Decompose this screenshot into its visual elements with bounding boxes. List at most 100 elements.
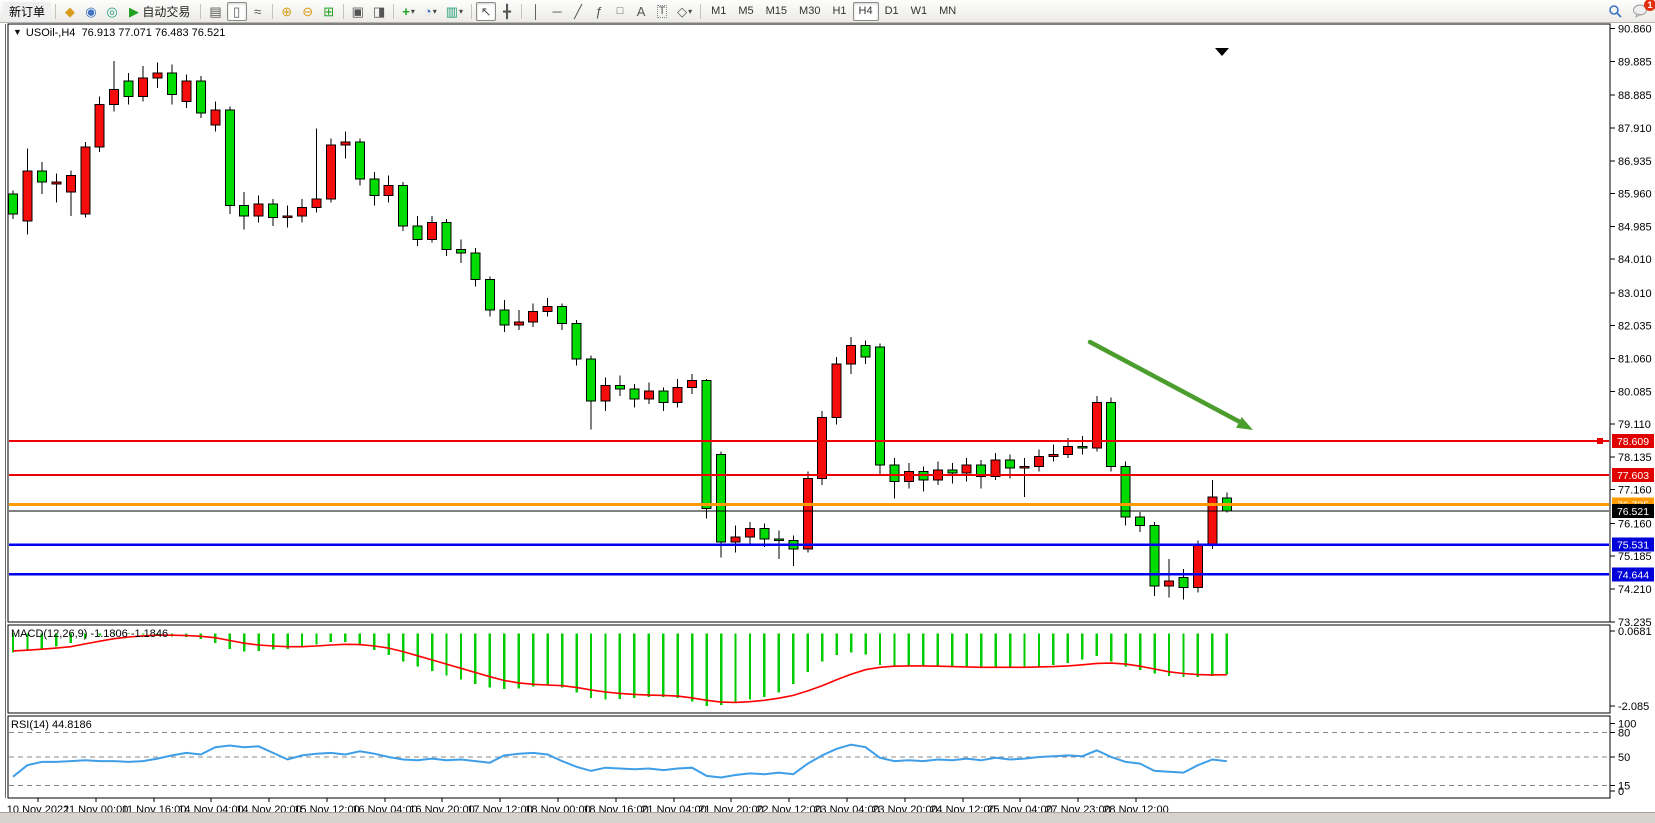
- svg-text:80.085: 80.085: [1618, 386, 1652, 398]
- svg-text:87.910: 87.910: [1618, 123, 1652, 135]
- profile-alt-icon: ◨: [373, 5, 385, 18]
- profile-button[interactable]: ▣: [348, 2, 368, 21]
- bar-chart-icon: ▤: [209, 5, 221, 18]
- timeframe-button-M30[interactable]: M30: [793, 2, 826, 21]
- svg-text:80: 80: [1618, 727, 1630, 739]
- timeframe-button-H4[interactable]: H4: [853, 2, 879, 21]
- svg-text:75.185: 75.185: [1618, 551, 1652, 563]
- shapes-icon: ◇: [677, 5, 687, 18]
- svg-text:76.521: 76.521: [1617, 506, 1649, 518]
- autotrade-play-icon: ▶: [129, 5, 139, 18]
- svg-text:78.135: 78.135: [1618, 452, 1652, 464]
- svg-text:-2.085: -2.085: [1618, 701, 1649, 713]
- toolbar-separator: [272, 4, 273, 19]
- svg-text:84.010: 84.010: [1618, 254, 1652, 266]
- autotrade-button[interactable]: ▶ 自动交易: [123, 2, 196, 21]
- notifications-button[interactable]: 1: [1628, 2, 1652, 21]
- svg-text:50: 50: [1618, 752, 1630, 764]
- svg-text:77.160: 77.160: [1618, 485, 1652, 497]
- toolbar-separator: [55, 4, 56, 19]
- svg-text:0: 0: [1618, 786, 1624, 798]
- timeframe-group: M1M5M15M30H1H4D1W1MN: [705, 2, 962, 21]
- toolbar-separator: [471, 4, 472, 19]
- svg-text:89.885: 89.885: [1618, 57, 1652, 69]
- profile-next-button[interactable]: ◨: [369, 2, 389, 21]
- signals-button[interactable]: ◎: [102, 2, 122, 21]
- profile-icon: ▣: [352, 5, 364, 18]
- timeframe-button-M5[interactable]: M5: [732, 2, 759, 21]
- accounts-button[interactable]: ◉: [81, 2, 101, 21]
- new-order-button[interactable]: 新订单: [3, 2, 51, 21]
- svg-text:0.0681: 0.0681: [1618, 626, 1652, 638]
- toolbar-separator: [700, 4, 701, 19]
- price-chart-canvas[interactable]: 78.60977.60376.72576.52175.53174.64490.8…: [0, 22, 1655, 823]
- chart-expander-icon[interactable]: ▼: [13, 27, 22, 37]
- shapes-tool-button[interactable]: ◇▾: [673, 2, 696, 21]
- timeframe-button-M1[interactable]: M1: [705, 2, 732, 21]
- cycles-tool-button[interactable]: □: [610, 2, 630, 21]
- toolbar-separator: [200, 4, 201, 19]
- chart-title: ▼ USOil-,H4 76.913 77.071 76.483 76.521: [13, 27, 225, 39]
- clock-icon: ◔: [424, 5, 432, 18]
- vertical-line-icon: │: [532, 5, 540, 18]
- search-icon: [1608, 4, 1622, 18]
- gold-coins-icon: ◆: [65, 5, 75, 18]
- crosshair-icon: ╋: [503, 5, 511, 18]
- period-button[interactable]: ◔▾: [420, 2, 441, 21]
- toolbar-right-group: 1: [1604, 2, 1652, 21]
- vertical-line-tool-button[interactable]: │: [526, 2, 546, 21]
- svg-text:79.110: 79.110: [1618, 419, 1651, 431]
- svg-text:90.860: 90.860: [1618, 24, 1652, 36]
- zoom-out-button[interactable]: ⊖: [298, 2, 318, 21]
- fibonacci-tool-button[interactable]: ƒ: [589, 2, 609, 21]
- toolbar-separator: [393, 4, 394, 19]
- timeframe-button-W1[interactable]: W1: [905, 2, 934, 21]
- toolbar: 新订单 ◆ ◉ ◎ ▶ 自动交易 ▤ ▯ ≈ ⊕ ⊖ ⊞ ▣ ◨ +▾ ◔▾ ▥…: [0, 0, 1655, 23]
- crosshair-tool-button[interactable]: ╋: [497, 2, 517, 21]
- chart-symbol-period: USOil-,H4: [26, 27, 76, 39]
- candlestick-chart-button[interactable]: ▯: [227, 2, 247, 21]
- deposit-button[interactable]: ◆: [60, 2, 80, 21]
- macd-indicator-label: MACD(12,26,9) -1.1806 -1.1846: [11, 628, 168, 640]
- zoom-out-icon: ⊖: [302, 5, 313, 18]
- candlestick-icon: ▯: [233, 5, 240, 18]
- svg-text:83.010: 83.010: [1618, 288, 1652, 300]
- cursor-icon: ↖: [481, 5, 492, 18]
- svg-text:81.060: 81.060: [1618, 353, 1652, 365]
- svg-text:77.603: 77.603: [1617, 470, 1649, 482]
- text-tool-button[interactable]: A: [631, 2, 651, 21]
- add-indicator-button[interactable]: +▾: [398, 2, 419, 21]
- line-chart-button[interactable]: ≈: [248, 2, 268, 21]
- timeframe-button-M15[interactable]: M15: [760, 2, 793, 21]
- timeframe-button-H1[interactable]: H1: [826, 2, 852, 21]
- timeframe-button-D1[interactable]: D1: [879, 2, 905, 21]
- chart-ohlc-values: 76.913 77.071 76.483 76.521: [82, 27, 226, 39]
- accounts-icon: ◉: [85, 5, 96, 18]
- text-icon: A: [637, 5, 646, 18]
- template-icon: ▥: [446, 5, 458, 18]
- cycles-icon: □: [617, 6, 624, 17]
- autotrade-label: 自动交易: [142, 3, 190, 20]
- svg-text:88.885: 88.885: [1618, 90, 1652, 102]
- window-bottom-strip: [0, 812, 1655, 823]
- rsi-indicator-label: RSI(14) 44.8186: [11, 719, 92, 731]
- zoom-in-button[interactable]: ⊕: [277, 2, 297, 21]
- trendline-icon: ╱: [574, 5, 582, 18]
- toolbar-separator: [343, 4, 344, 19]
- chart-area[interactable]: 78.60977.60376.72576.52175.53174.64490.8…: [0, 22, 1655, 823]
- template-button[interactable]: ▥▾: [442, 2, 467, 21]
- trading-terminal-window: 新订单 ◆ ◉ ◎ ▶ 自动交易 ▤ ▯ ≈ ⊕ ⊖ ⊞ ▣ ◨ +▾ ◔▾ ▥…: [0, 0, 1655, 823]
- bar-chart-button[interactable]: ▤: [205, 2, 225, 21]
- tile-windows-icon: ⊞: [323, 5, 334, 18]
- dropdown-arrow-icon: ▾: [459, 7, 463, 16]
- cursor-tool-button[interactable]: ↖: [476, 2, 496, 21]
- horizontal-line-icon: ─: [552, 5, 561, 18]
- svg-text:74.644: 74.644: [1617, 569, 1649, 581]
- trendline-tool-button[interactable]: ╱: [568, 2, 588, 21]
- timeframe-button-MN[interactable]: MN: [933, 2, 962, 21]
- label-tool-button[interactable]: T: [652, 2, 672, 21]
- horizontal-line-tool-button[interactable]: ─: [547, 2, 567, 21]
- tile-windows-button[interactable]: ⊞: [319, 2, 339, 21]
- dropdown-arrow-icon: ▾: [433, 7, 437, 16]
- search-button[interactable]: [1604, 2, 1626, 21]
